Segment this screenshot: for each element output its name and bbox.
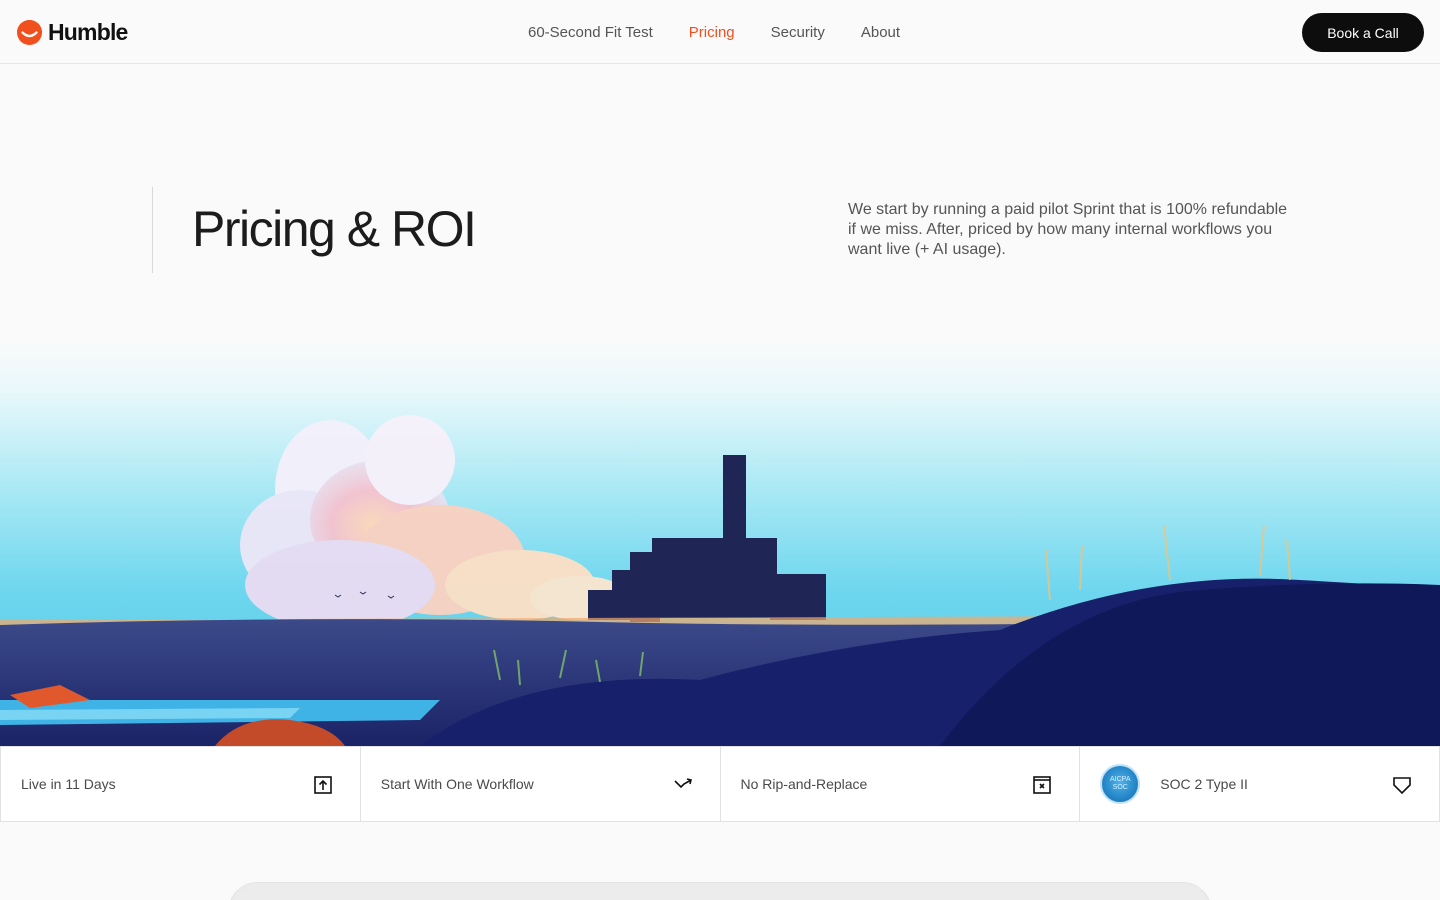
hero-description: We start by running a paid pilot Sprint … (848, 201, 1288, 258)
pricing-card-top (228, 882, 1212, 900)
feature-live-in-11-days[interactable]: Live in 11 Days (0, 747, 360, 821)
badge-line-2: SOC (1112, 784, 1128, 791)
arrow-up-box-icon (313, 776, 332, 794)
nav-pricing[interactable]: Pricing (671, 24, 753, 41)
smile-logo-icon (17, 20, 42, 45)
nav-security[interactable]: Security (753, 24, 843, 41)
badge-line-1: AICPA (1110, 776, 1131, 783)
feature-strip: Live in 11 Days Start With One Workflow … (0, 746, 1440, 822)
feature-label: SOC 2 Type II (1160, 776, 1248, 792)
nav-fit-test[interactable]: 60-Second Fit Test (510, 24, 671, 41)
hero-illustration (0, 340, 1440, 746)
brand-name: Humble (48, 19, 128, 45)
aicpa-soc-badge: AICPA SOC (1100, 764, 1141, 804)
main-nav: 60-Second Fit Test Pricing Security Abou… (510, 0, 918, 64)
hero-divider (152, 187, 153, 273)
site-header: Humble 60-Second Fit Test Pricing Securi… (0, 0, 1440, 64)
book-a-call-button[interactable]: Book a Call (1302, 13, 1424, 52)
humble-logo[interactable]: Humble (17, 19, 128, 46)
feature-start-with-one-workflow[interactable]: Start With One Workflow (359, 747, 720, 821)
feature-soc-2-type-ii[interactable]: AICPA SOC SOC 2 Type II (1079, 747, 1440, 821)
landscape-illustration (0, 340, 1440, 746)
nav-about[interactable]: About (843, 24, 918, 41)
shield-icon (1393, 777, 1411, 794)
feature-label: No Rip-and-Replace (740, 776, 868, 792)
trend-down-icon (673, 778, 692, 789)
box-x-icon (1033, 776, 1052, 794)
feature-label: Start With One Workflow (380, 776, 534, 792)
page-title: Pricing & ROI (192, 201, 477, 257)
feature-label: Live in 11 Days (21, 776, 116, 792)
feature-no-rip-and-replace[interactable]: No Rip-and-Replace (719, 747, 1080, 821)
